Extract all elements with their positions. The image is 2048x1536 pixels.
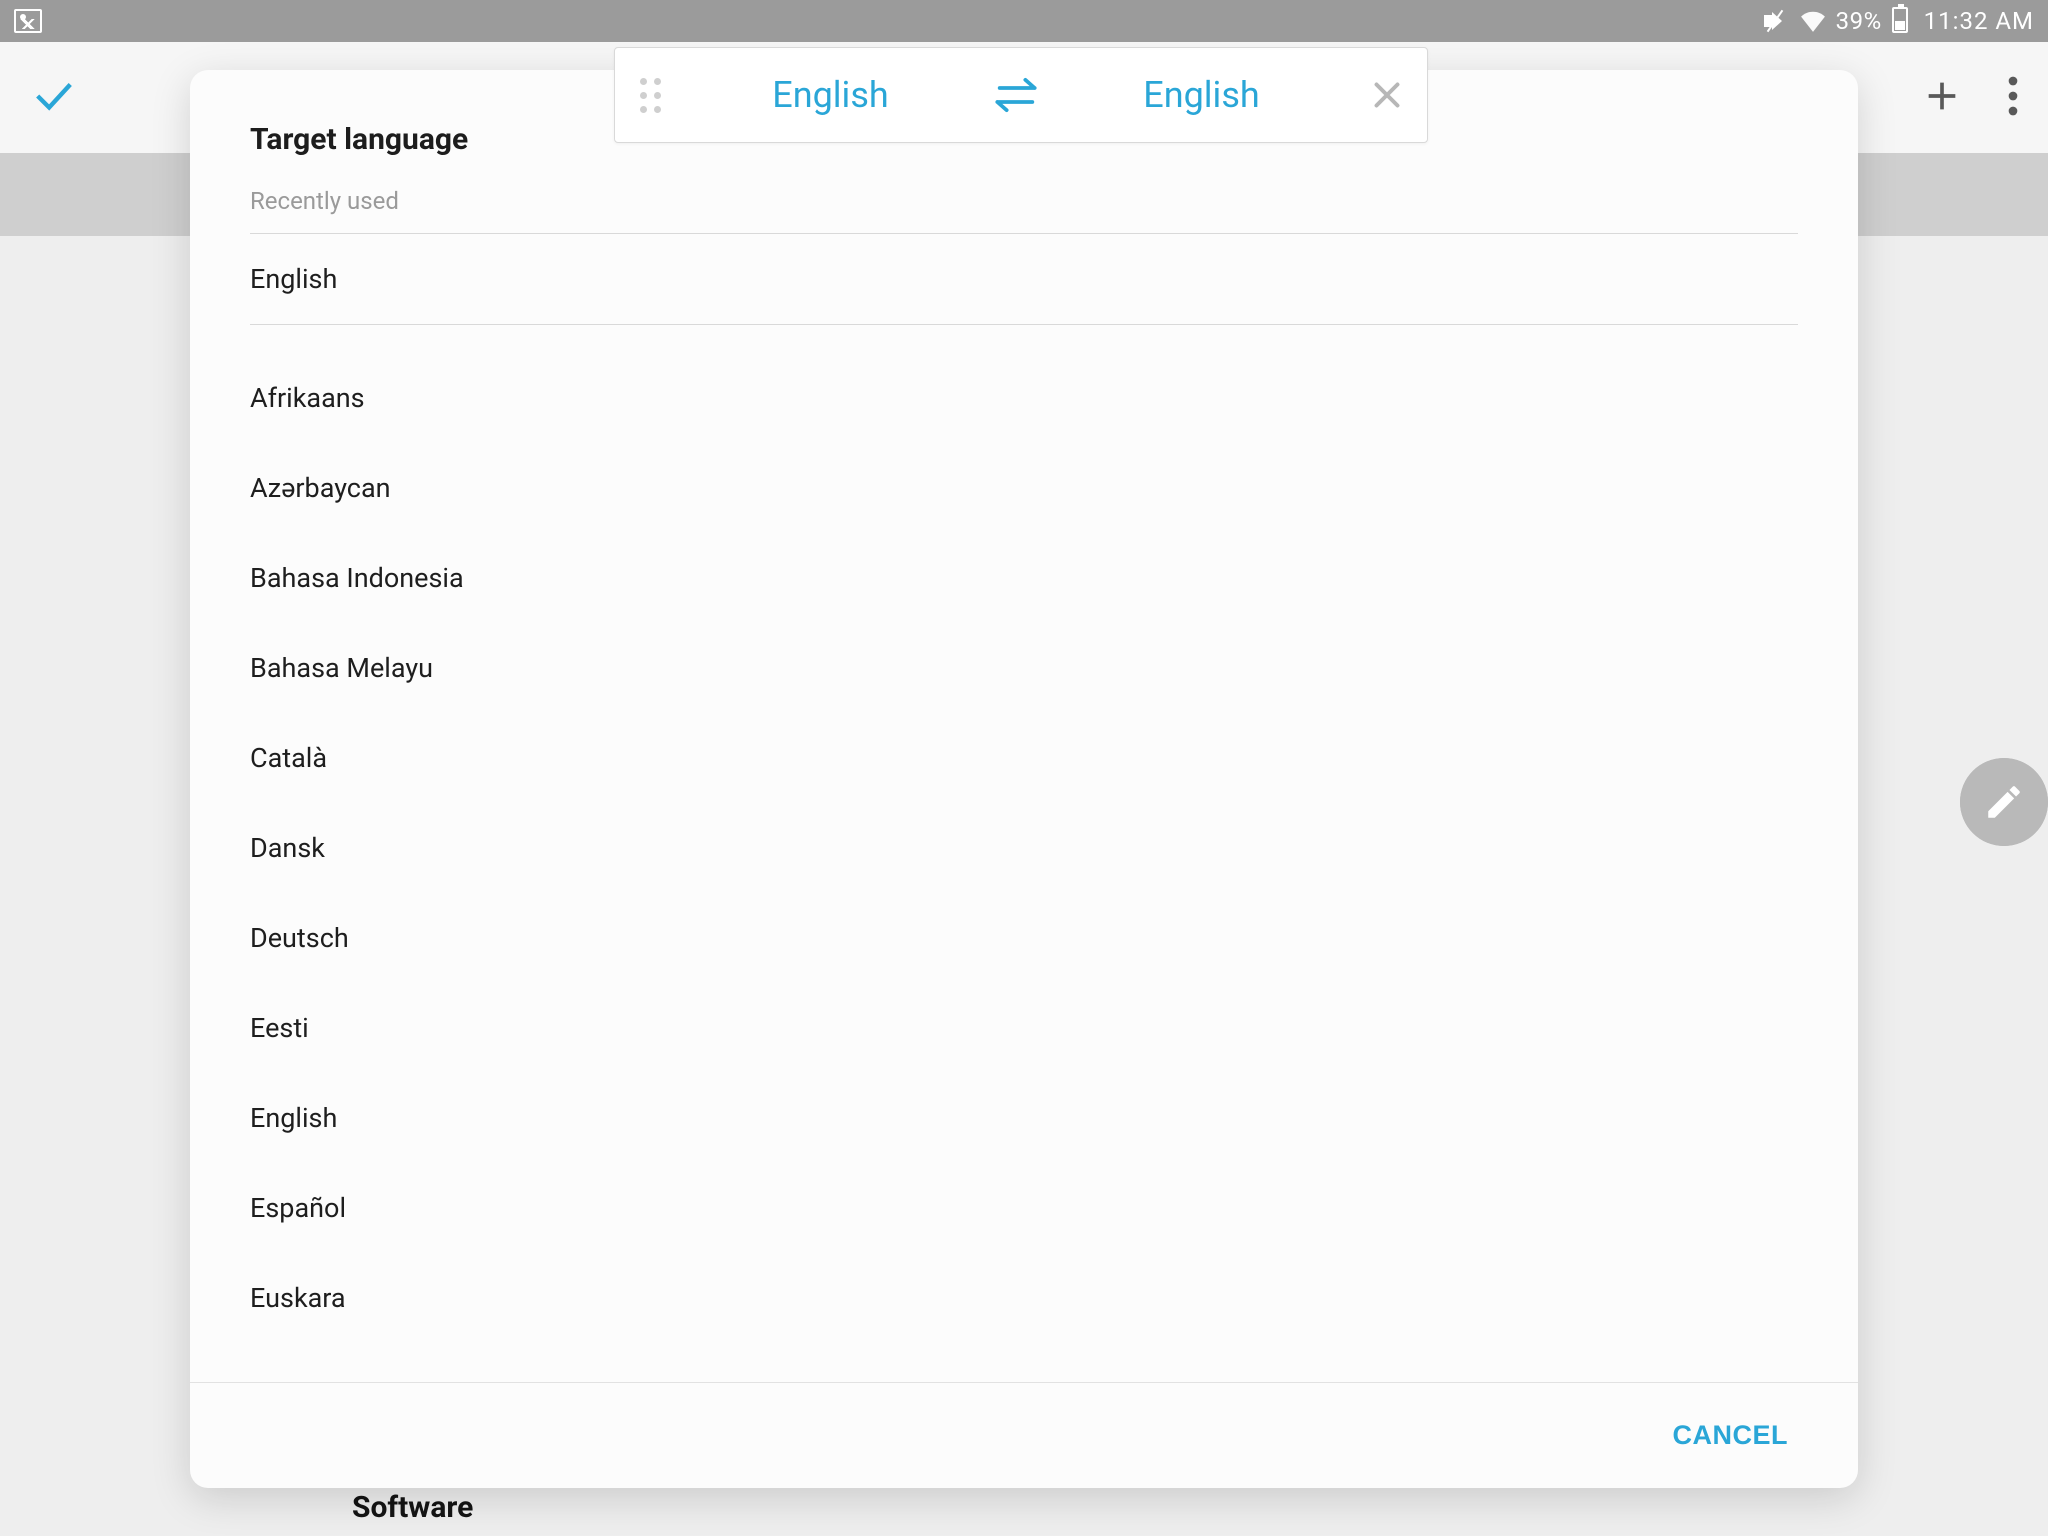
language-option[interactable]: Bahasa Indonesia: [250, 533, 1798, 623]
mute-icon: [1764, 10, 1790, 32]
battery-percent: 39%: [1836, 7, 1882, 35]
language-option[interactable]: Català: [250, 713, 1798, 803]
picture-icon: [14, 9, 42, 33]
edit-fab[interactable]: [1960, 758, 2048, 846]
wifi-icon: [1800, 10, 1826, 32]
status-right: 39% 11:32 AM: [1764, 7, 2034, 35]
language-option[interactable]: Eesti: [250, 983, 1798, 1073]
language-option[interactable]: Español: [250, 1163, 1798, 1253]
add-button[interactable]: [1922, 76, 1962, 120]
language-option[interactable]: Deutsch: [250, 893, 1798, 983]
dialog-footer: CANCEL: [190, 1382, 1858, 1488]
translate-bar[interactable]: English English: [614, 47, 1428, 143]
language-option[interactable]: Dansk: [250, 803, 1798, 893]
language-option[interactable]: Afrikaans: [250, 353, 1798, 443]
cancel-button[interactable]: CANCEL: [1663, 1400, 1799, 1471]
language-option[interactable]: English: [250, 1073, 1798, 1163]
close-translate-bar-button[interactable]: [1347, 77, 1427, 113]
confirm-button[interactable]: [30, 73, 76, 123]
battery-icon: [1892, 7, 1908, 33]
language-option[interactable]: Bahasa Melayu: [250, 623, 1798, 713]
recent-section-label: Recently used: [190, 187, 1858, 233]
language-option[interactable]: Azərbaycan: [250, 443, 1798, 533]
language-list[interactable]: English AfrikaansAzərbaycanBahasa Indone…: [190, 234, 1858, 1382]
more-options-button[interactable]: [2008, 76, 2018, 120]
target-language-button[interactable]: English: [1056, 74, 1347, 116]
status-time: 11:32 AM: [1924, 7, 2034, 35]
drag-handle-icon[interactable]: [615, 48, 685, 142]
source-language-button[interactable]: English: [685, 74, 976, 116]
language-option-recent[interactable]: English: [250, 234, 1798, 324]
status-bar: 39% 11:32 AM: [0, 0, 2048, 42]
background-heading: Software: [352, 1490, 473, 1525]
swap-languages-button[interactable]: [976, 75, 1056, 115]
target-language-dialog: Target language Recently used English Af…: [190, 70, 1858, 1488]
language-option[interactable]: Euskara: [250, 1253, 1798, 1343]
status-left: [14, 9, 42, 33]
